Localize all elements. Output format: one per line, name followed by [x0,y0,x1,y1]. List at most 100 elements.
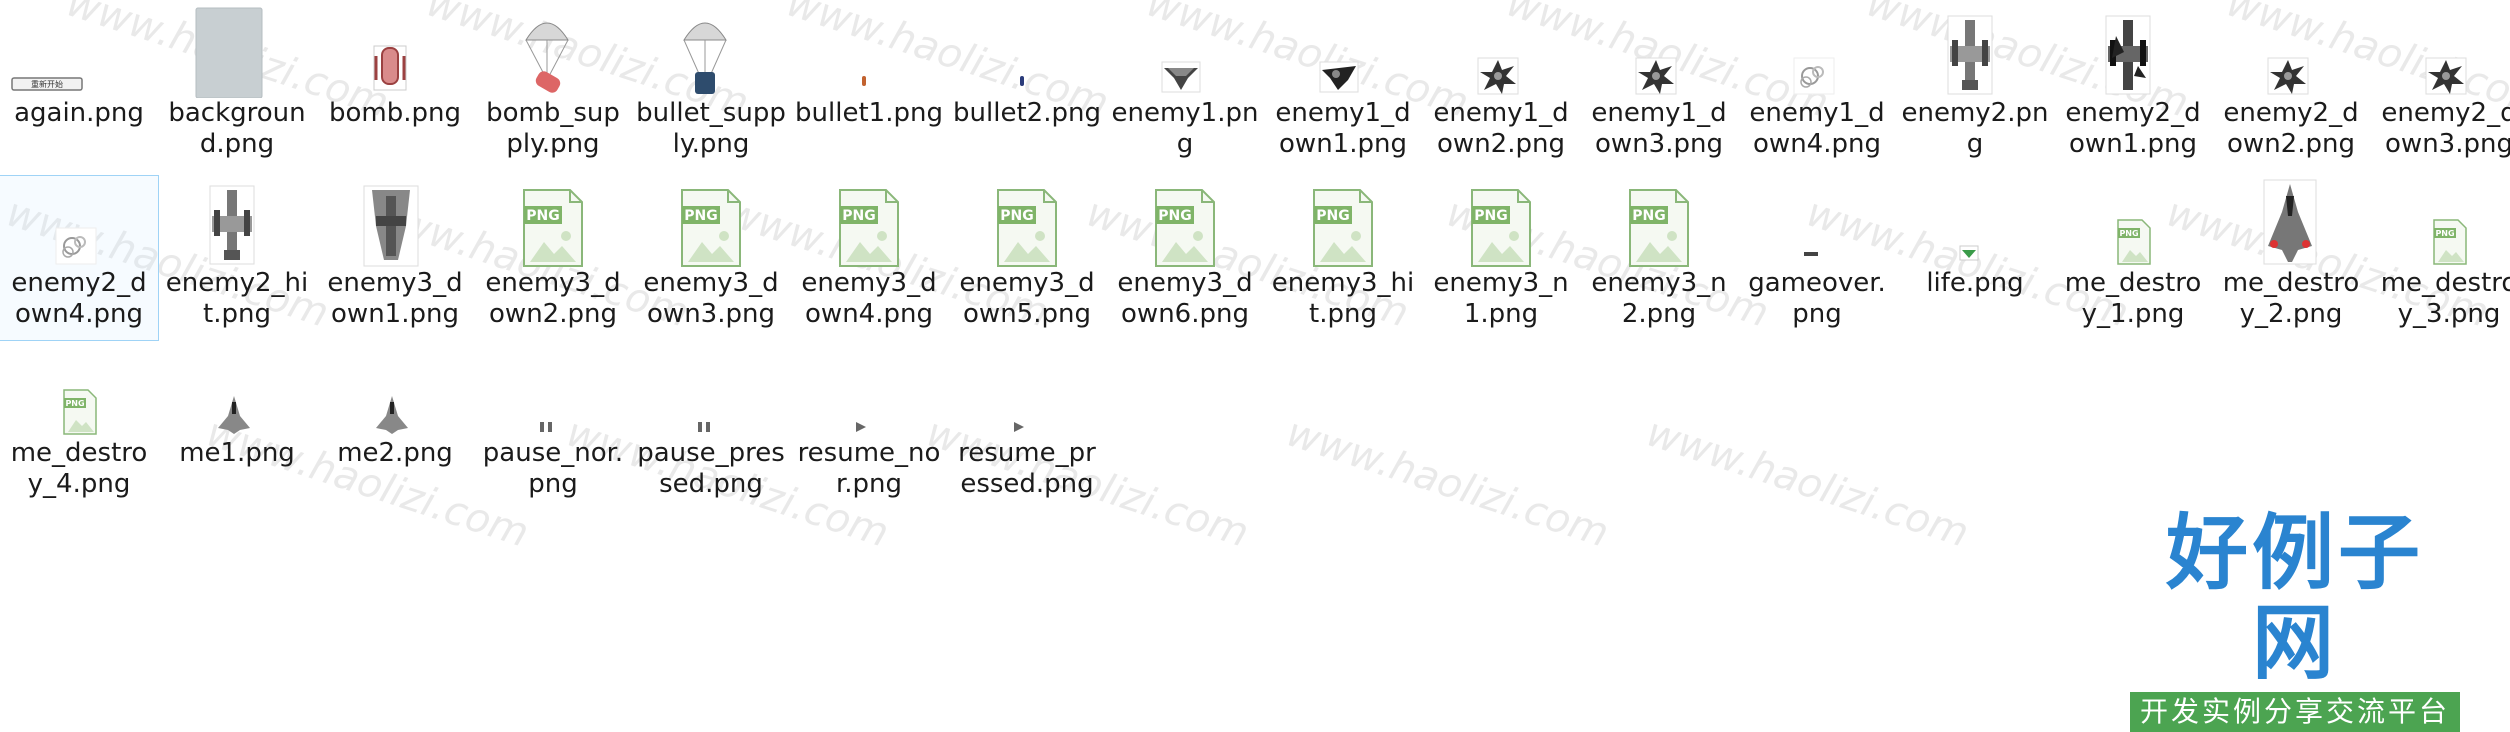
again-button-thumbnail-icon: 重新开始 [0,6,158,98]
file-name-label: enemy3_n2.png [1591,268,1727,329]
svg-text:重新开始: 重新开始 [31,79,63,89]
file-item[interactable]: PNG enemy3_down3.png [632,176,790,340]
file-item[interactable]: resume_pressed.png [948,346,1106,510]
explosion-thumbnail-icon [1422,6,1580,98]
site-logo: 好例子网 开发实例分享交流平台 [2130,508,2460,732]
file-item[interactable]: enemy1_down3.png [1580,6,1738,170]
player-plane-thumbnail-icon [2212,176,2370,268]
play-thumbnail-icon [948,346,1106,438]
bullet-red-thumbnail-icon [790,6,948,98]
file-item[interactable]: enemy1_down1.png [1264,6,1422,170]
explosion-thumbnail-icon [1580,6,1738,98]
file-name-label: enemy2_down3.png [2381,98,2510,159]
file-name-label: pause_pressed.png [637,438,785,499]
file-name-label: enemy2_down2.png [2223,98,2359,159]
png-file-icon: PNG [1106,176,1264,268]
file-item[interactable]: bullet_supply.png [632,6,790,170]
file-name-label: again.png [14,98,144,128]
svg-text:PNG: PNG [1632,208,1665,224]
file-name-label: enemy1_down2.png [1433,98,1569,159]
small-plane-thumbnail-icon [1106,6,1264,98]
file-name-label: me2.png [337,438,453,468]
file-item[interactable]: life.png [1896,176,2054,340]
png-file-icon-small: PNG [2370,176,2510,268]
file-item[interactable]: enemy2.png [1896,6,2054,170]
file-name-label: me_destroy_4.png [10,438,148,499]
file-name-label: enemy2_down4.png [11,268,147,329]
png-file-icon: PNG [474,176,632,268]
svg-text:PNG: PNG [2435,229,2454,238]
tiny-plane-thumbnail-icon [1896,176,2054,268]
file-name-label: enemy2_down1.png [2065,98,2201,159]
png-file-icon: PNG [1264,176,1422,268]
file-item[interactable]: PNG enemy3_down6.png [1106,176,1264,340]
file-name-label: me_destroy_3.png [2380,268,2510,329]
logo-title: 好例子网 [2165,505,2424,691]
file-item[interactable]: me1.png [158,346,316,510]
file-item[interactable]: background.png [158,6,316,170]
file-name-label: enemy1.png [1111,98,1259,159]
file-item[interactable]: enemy2_down4.png [0,175,159,341]
file-item[interactable]: enemy2_down3.png [2370,6,2510,170]
file-item[interactable]: gameover.png [1738,176,1896,340]
svg-text:PNG: PNG [526,208,559,224]
file-item[interactable]: PNG me_destroy_3.png [2370,176,2510,340]
svg-text:PNG: PNG [1316,208,1349,224]
file-name-label: enemy1_down3.png [1591,98,1727,159]
file-item[interactable]: resume_nor.png [790,346,948,510]
file-item[interactable]: bomb_supply.png [474,6,632,170]
file-name-label: me_destroy_2.png [2222,268,2360,329]
file-item[interactable]: enemy1_down4.png [1738,6,1896,170]
file-name-label: enemy3_down4.png [801,268,937,329]
file-item[interactable]: enemy2_down2.png [2212,6,2370,170]
mid-plane-thumbnail-icon [158,176,316,268]
svg-text:PNG: PNG [2119,229,2138,238]
file-item[interactable]: bullet2.png [948,6,1106,170]
file-item[interactable]: PNG enemy3_n1.png [1422,176,1580,340]
file-item[interactable]: PNG enemy3_down4.png [790,176,948,340]
png-file-icon-small: PNG [2054,176,2212,268]
file-name-label: enemy3_down5.png [959,268,1095,329]
file-item[interactable]: 重新开始 again.png [0,6,158,170]
file-item[interactable]: enemy1.png [1106,6,1264,170]
file-item[interactable]: enemy2_hit.png [158,176,316,340]
file-name-label: enemy3_hit.png [1271,268,1415,329]
file-name-label: background.png [168,98,306,159]
file-name-label: bomb_supply.png [486,98,620,159]
file-item[interactable]: pause_pressed.png [632,346,790,510]
svg-text:PNG: PNG [842,208,875,224]
logo-subtitle: 开发实例分享交流平台 [2130,692,2460,732]
parachute-bullet-thumbnail-icon [632,6,790,98]
file-item[interactable]: enemy1_down2.png [1422,6,1580,170]
file-item[interactable]: PNG enemy3_down5.png [948,176,1106,340]
file-item[interactable]: bomb.png [316,6,474,170]
play-thumbnail-icon [790,346,948,438]
file-item[interactable]: PNG enemy3_hit.png [1264,176,1422,340]
file-item[interactable]: enemy3_down1.png [316,176,474,340]
file-name-label: bullet_supply.png [636,98,786,159]
smoke-thumbnail-icon [1738,6,1896,98]
file-name-label: enemy3_down3.png [643,268,779,329]
bullet-blue-thumbnail-icon [948,6,1106,98]
file-item[interactable]: PNG enemy3_down2.png [474,176,632,340]
smoke-thumbnail-icon [0,176,158,268]
player-plane-thumbnail-icon [316,346,474,438]
png-file-icon: PNG [1422,176,1580,268]
file-item[interactable]: pause_nor.png [474,346,632,510]
small-plane-down-thumbnail-icon [1264,6,1422,98]
file-item[interactable]: me_destroy_2.png [2212,176,2370,340]
file-name-label: gameover.png [1748,268,1886,329]
file-item[interactable]: PNG me_destroy_4.png [0,346,158,510]
file-name-label: enemy2.png [1901,98,2049,159]
file-name-label: enemy3_down1.png [327,268,463,329]
background-thumbnail-icon [158,6,316,98]
file-item[interactable]: enemy2_down1.png [2054,6,2212,170]
file-item[interactable]: me2.png [316,346,474,510]
file-name-label: resume_nor.png [797,438,941,499]
file-item[interactable]: bullet1.png [790,6,948,170]
svg-text:PNG: PNG [1000,208,1033,224]
svg-text:PNG: PNG [684,208,717,224]
parachute-bomb-thumbnail-icon [474,6,632,98]
file-item[interactable]: PNG me_destroy_1.png [2054,176,2212,340]
file-item[interactable]: PNG enemy3_n2.png [1580,176,1738,340]
